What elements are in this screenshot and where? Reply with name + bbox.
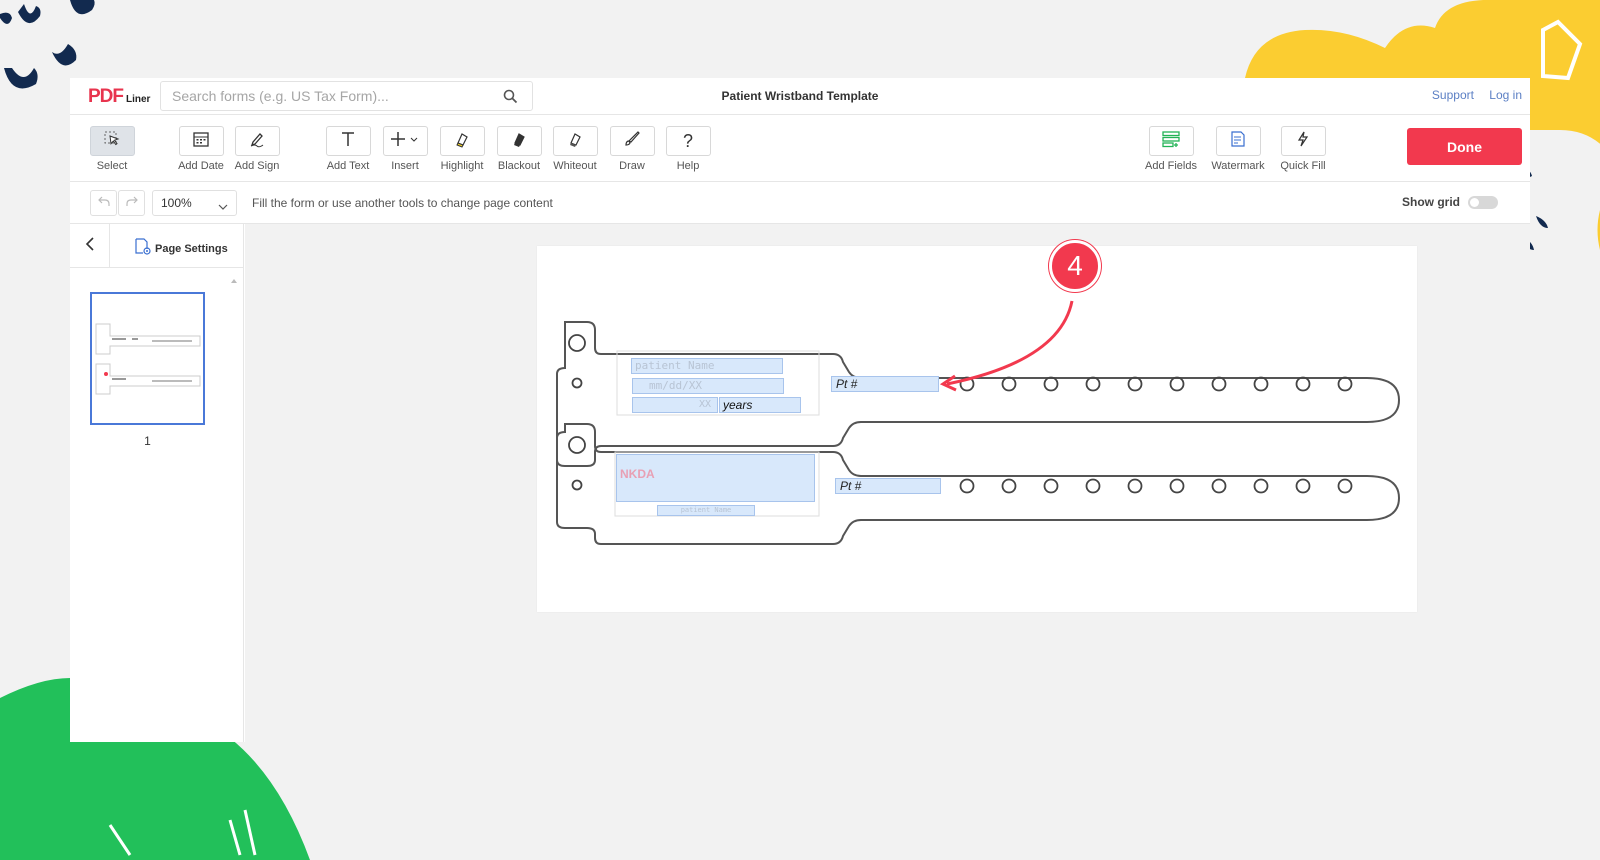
chevron-down-icon xyxy=(218,199,228,213)
step-number: 4 xyxy=(1067,250,1083,281)
tool-label: Select xyxy=(96,160,128,172)
highlighter-icon xyxy=(453,130,471,153)
main-toolbar: Select Add Date Add Sign Add Text Insert… xyxy=(70,115,1530,182)
collapse-sidebar-button[interactable] xyxy=(70,224,110,268)
document-page: patient Name mm/dd/XX XX years Pt # NKDA xyxy=(537,240,1417,612)
age-unit-text: years xyxy=(723,398,753,412)
page-settings-icon xyxy=(134,238,152,259)
tool-label: Add Fields xyxy=(1145,160,1197,172)
tool-label: Help xyxy=(676,160,700,172)
tool-label: Add Sign xyxy=(234,160,280,172)
wristband-top-outline xyxy=(556,321,1401,467)
undo-button[interactable] xyxy=(90,190,117,216)
tool-draw[interactable]: Draw xyxy=(604,126,660,172)
pt-label-top: Pt # xyxy=(836,377,858,391)
fields-icon xyxy=(1161,130,1181,153)
plus-icon xyxy=(390,130,420,153)
pages-sidebar: Page Settings 1 xyxy=(70,224,244,742)
patient-name-placeholder: patient Name xyxy=(635,359,715,372)
tool-highlight[interactable]: Highlight xyxy=(434,126,490,172)
step-badge: 4 xyxy=(1049,240,1101,292)
support-link[interactable]: Support xyxy=(1432,88,1474,102)
undo-icon xyxy=(97,194,111,213)
tool-label: Draw xyxy=(619,160,645,172)
page-settings-label: Page Settings xyxy=(155,242,228,255)
login-link[interactable]: Log in xyxy=(1489,88,1522,102)
annotation-arrow xyxy=(946,300,1074,386)
sidebar-scrollbar[interactable] xyxy=(230,272,238,742)
watermark-icon xyxy=(1229,130,1247,153)
sidebar-header: Page Settings xyxy=(70,224,243,268)
dob-field[interactable]: mm/dd/XX xyxy=(632,378,784,394)
patient-name-field[interactable]: patient Name xyxy=(631,358,783,374)
page-settings-button[interactable]: Page Settings xyxy=(134,238,228,259)
tool-blackout[interactable]: Blackout xyxy=(491,126,547,172)
tool-quick-fill[interactable]: Quick Fill xyxy=(1275,126,1331,172)
done-button[interactable]: Done xyxy=(1407,128,1522,165)
redo-button[interactable] xyxy=(118,190,145,216)
age-placeholder: XX xyxy=(698,399,711,410)
tool-add-sign[interactable]: Add Sign xyxy=(229,126,285,172)
tool-label: Add Text xyxy=(326,160,370,172)
show-grid-label: Show grid xyxy=(1402,195,1460,209)
tool-add-fields[interactable]: Add Fields xyxy=(1143,126,1199,172)
tool-label: Blackout xyxy=(497,160,541,172)
header-links: Support Log in xyxy=(1420,88,1522,102)
cursor-icon xyxy=(103,130,121,153)
patient-name-field-small[interactable]: patient Name xyxy=(657,505,755,516)
pt-number-field-top[interactable]: Pt # xyxy=(831,376,939,392)
tool-label: Insert xyxy=(391,160,419,172)
lightning-icon xyxy=(1294,130,1312,153)
page-number: 1 xyxy=(144,434,151,448)
tool-add-text[interactable]: Add Text xyxy=(320,126,376,172)
patient-name-small-placeholder: patient Name xyxy=(680,506,732,514)
allergy-placeholder: NKDA xyxy=(620,467,655,481)
age-field[interactable]: XX xyxy=(632,397,718,413)
pt-label-bottom: Pt # xyxy=(840,479,862,493)
redo-icon xyxy=(125,194,139,213)
top-header: PDFLiner Patient Wristband Template Supp… xyxy=(70,78,1530,115)
show-grid-toggle[interactable]: Show grid xyxy=(1402,195,1498,209)
editor-window: PDFLiner Patient Wristband Template Supp… xyxy=(70,78,1530,742)
zoom-select[interactable]: 100% xyxy=(152,190,237,216)
editor-body: Page Settings 1 patient Name mm/dd/XX XX… xyxy=(70,224,1530,742)
tool-label: Watermark xyxy=(1211,160,1265,172)
pt-number-field-bottom[interactable]: Pt # xyxy=(835,478,941,494)
dob-placeholder: mm/dd/XX xyxy=(649,379,702,392)
tool-label: Whiteout xyxy=(553,160,597,172)
tool-add-date[interactable]: Add Date xyxy=(173,126,229,172)
tool-label: Highlight xyxy=(440,160,484,172)
tool-whiteout[interactable]: Whiteout xyxy=(547,126,603,172)
page-thumbnail[interactable] xyxy=(90,292,205,425)
zoom-value: 100% xyxy=(161,196,192,210)
sub-toolbar: 100% Fill the form or use another tools … xyxy=(70,182,1530,224)
text-icon xyxy=(339,130,357,153)
eraser-icon xyxy=(566,130,584,153)
document-canvas: patient Name mm/dd/XX XX years Pt # NKDA xyxy=(245,224,1530,742)
document-title: Patient Wristband Template xyxy=(721,89,879,103)
blackout-icon xyxy=(510,130,528,153)
allergy-field[interactable]: NKDA xyxy=(616,454,815,502)
instruction-hint: Fill the form or use another tools to ch… xyxy=(252,196,553,210)
tool-label: Quick Fill xyxy=(1280,160,1326,172)
chevron-left-icon xyxy=(85,236,95,256)
tool-label: Add Date xyxy=(178,160,224,172)
tool-select[interactable]: Select xyxy=(84,126,140,172)
pen-sign-icon xyxy=(248,130,266,153)
tool-help[interactable]: ? Help xyxy=(660,126,716,172)
tool-watermark[interactable]: Watermark xyxy=(1210,126,1266,172)
brush-icon xyxy=(623,130,641,153)
grid-switch[interactable] xyxy=(1468,195,1498,209)
tool-insert[interactable]: Insert xyxy=(377,126,433,172)
calendar-icon xyxy=(192,130,210,153)
age-unit-field[interactable]: years xyxy=(719,397,801,413)
question-icon: ? xyxy=(682,130,693,151)
